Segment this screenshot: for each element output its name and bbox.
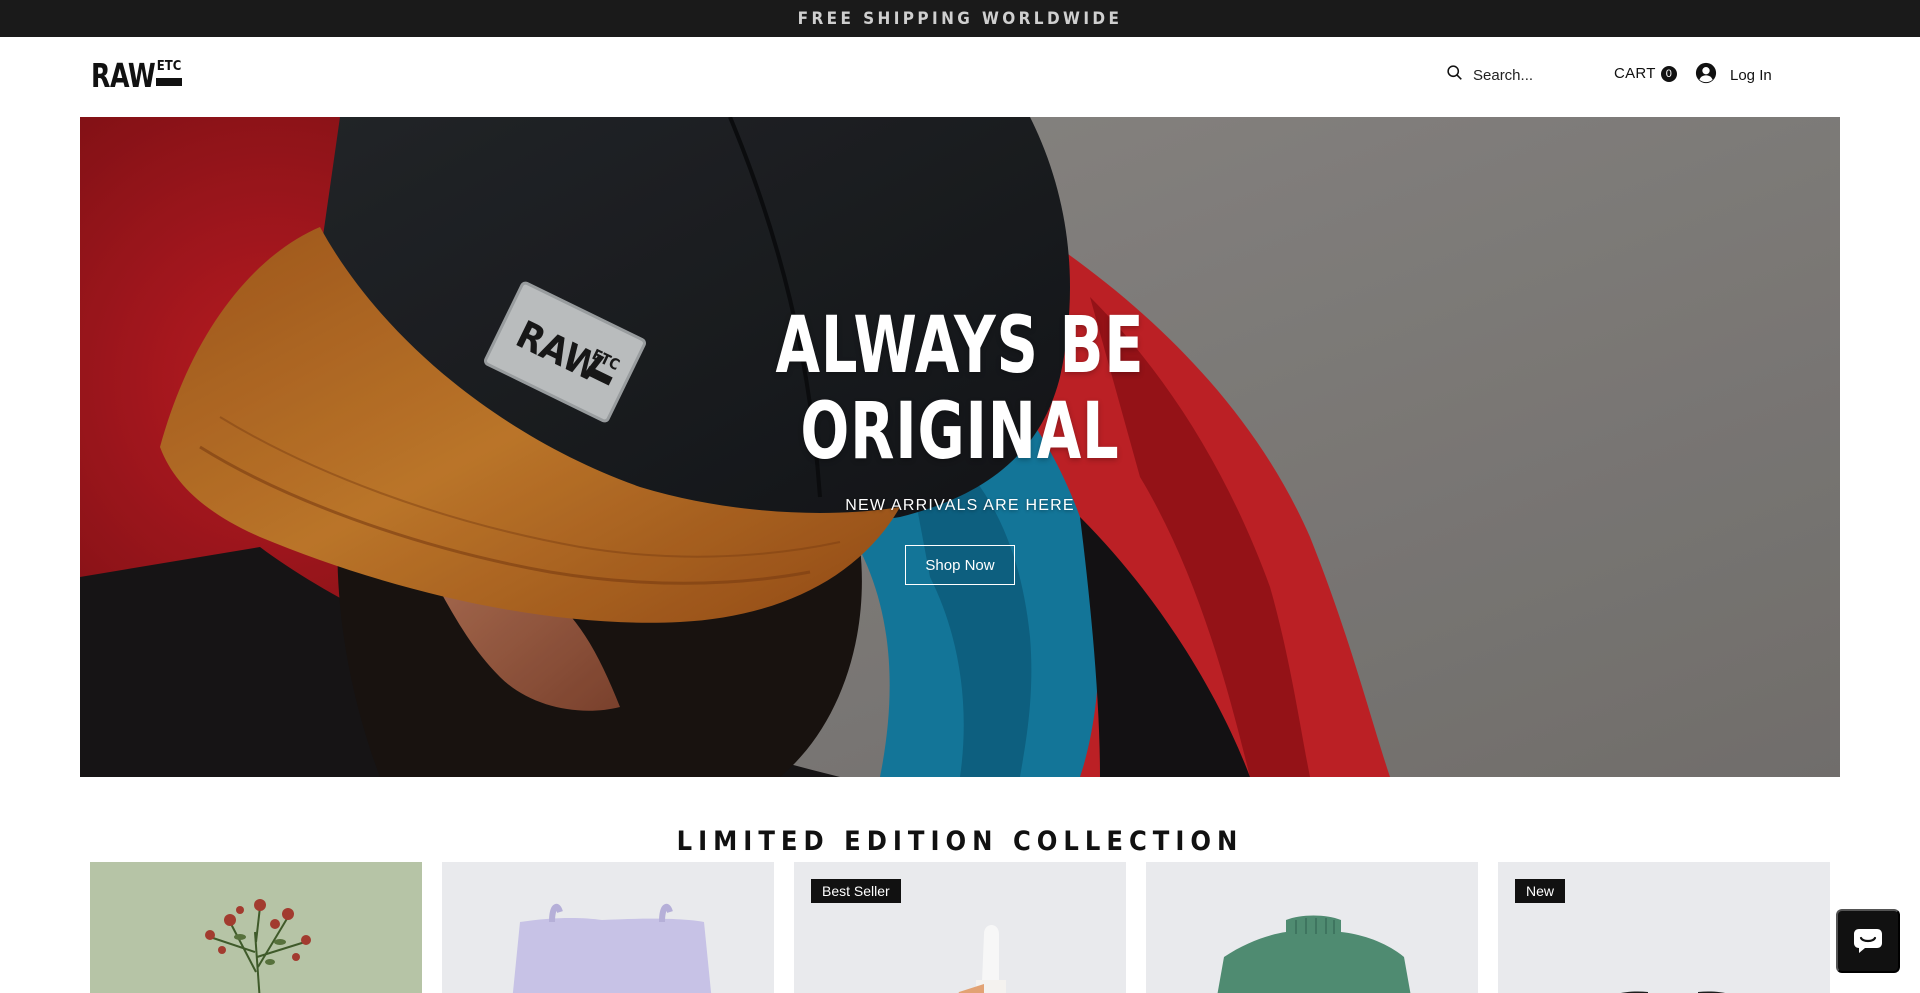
hero-content: ALWAYS BE ORIGINAL NEW ARRIVALS ARE HERE… — [80, 117, 1840, 777]
avatar-icon — [1695, 62, 1717, 88]
hero-title-line-1: ALWAYS BE — [775, 301, 1145, 391]
cart-count-badge: 0 — [1660, 65, 1677, 82]
product-card-roses[interactable] — [90, 862, 422, 993]
login-label: Log In — [1730, 66, 1772, 84]
search-box[interactable] — [1446, 61, 1593, 89]
collection-title: LIMITED EDITION COLLECTION — [676, 826, 1244, 857]
shop-now-button[interactable]: Shop Now — [905, 545, 1015, 585]
product-card-new[interactable]: New — [1498, 862, 1830, 993]
logo-wordmark: RAW — [91, 56, 156, 95]
best-seller-badge: Best Seller — [811, 879, 901, 903]
cart-link[interactable]: CART 0 — [1614, 65, 1677, 82]
site-logo[interactable]: RAW ETC — [91, 56, 182, 97]
new-badge: New — [1515, 879, 1566, 903]
hero-title-line-2: ORIGINAL — [800, 387, 1120, 477]
product-image-roses — [90, 862, 422, 993]
login-button[interactable]: Log In — [1695, 62, 1772, 88]
hero-title: ALWAYS BE ORIGINAL — [776, 303, 1145, 475]
product-gallery: Best Seller New — [90, 862, 1830, 993]
logo-etc-text: ETC — [156, 59, 182, 74]
logo-etc: ETC — [156, 60, 182, 86]
product-card-sweater[interactable] — [1146, 862, 1478, 993]
cart-label: CART — [1614, 65, 1656, 82]
hero-subtitle: NEW ARRIVALS ARE HERE — [845, 497, 1075, 514]
search-input[interactable] — [1473, 66, 1593, 84]
logo-bar — [156, 78, 182, 86]
chat-button[interactable] — [1836, 909, 1900, 973]
product-card-serum[interactable]: Best Seller — [794, 862, 1126, 993]
product-image-sweater — [1146, 862, 1478, 993]
product-card-tote[interactable] — [442, 862, 774, 993]
announcement-bar: FREE SHIPPING WORLDWIDE — [0, 0, 1920, 37]
search-icon[interactable] — [1446, 64, 1463, 86]
site-header: RAW ETC CART 0 Log In — [0, 37, 1920, 117]
hero-banner: RAW ETC ALWAYS BE ORIGINAL NEW ARRIVALS … — [80, 117, 1840, 777]
chat-bubble-icon — [1851, 923, 1885, 960]
product-image-tote — [442, 862, 774, 993]
announcement-text: FREE SHIPPING WORLDWIDE — [797, 8, 1123, 29]
